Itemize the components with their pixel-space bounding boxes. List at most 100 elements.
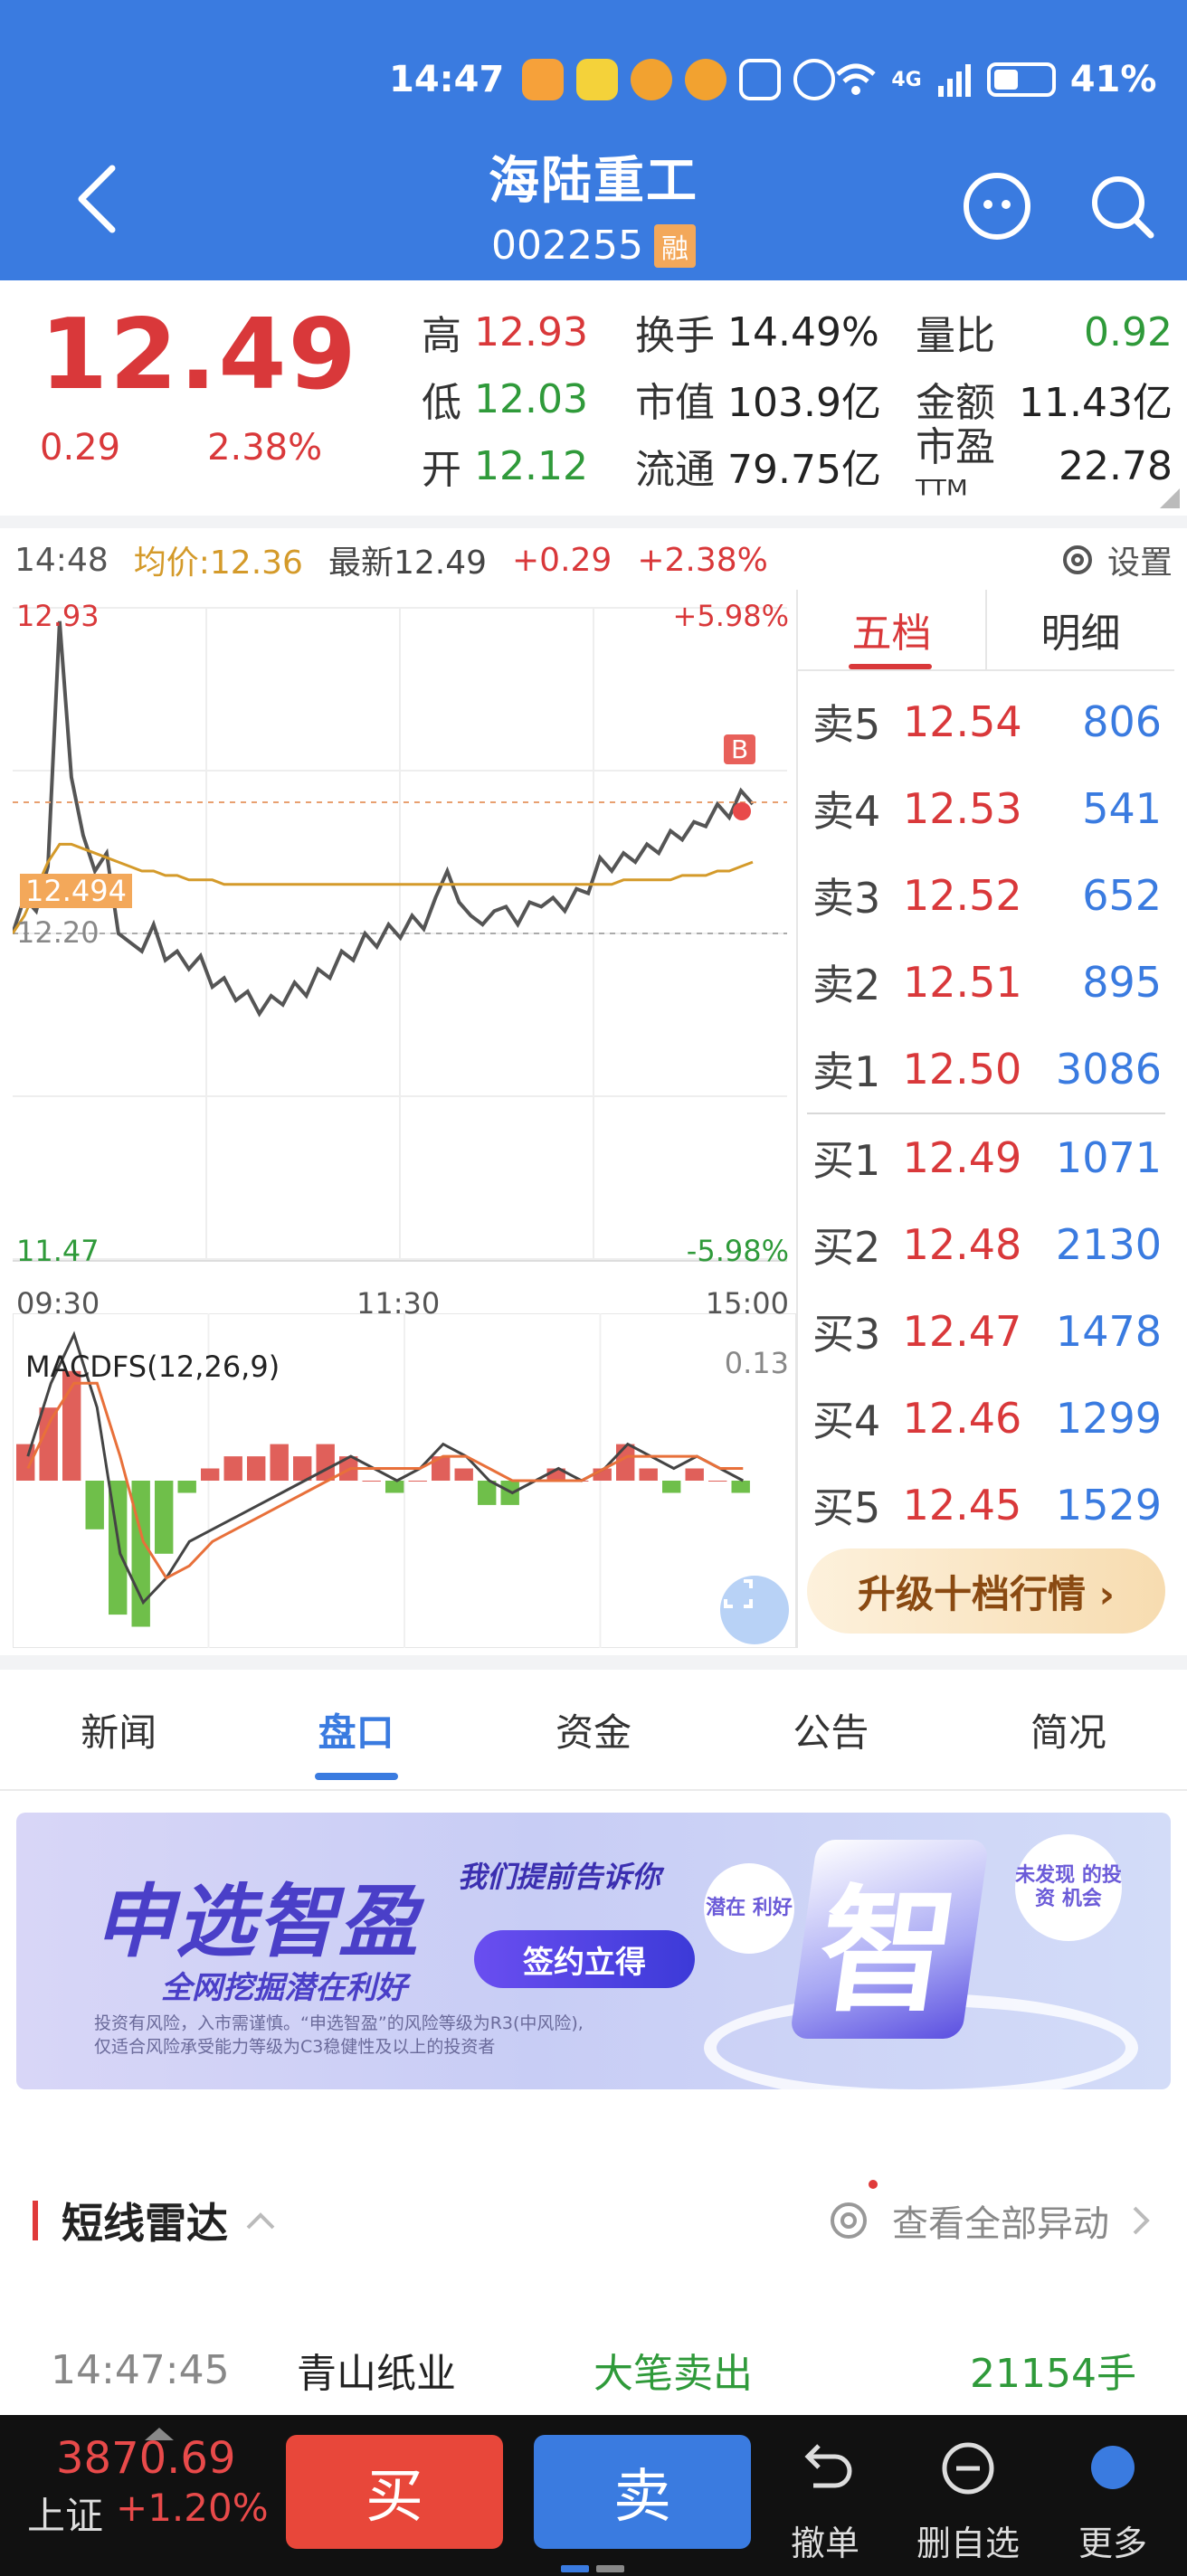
- macd-bar: [131, 1481, 150, 1627]
- tab-announcements[interactable]: 公告: [712, 1670, 949, 1789]
- macd-bar: [270, 1444, 289, 1481]
- macd-bar: [201, 1468, 220, 1481]
- banner-sign-button[interactable]: 签约立得: [474, 1930, 695, 1988]
- bottom-trade-bar: 3870.69 上证 +1.20% 买 卖 撤单 删自选 更多: [0, 2415, 1187, 2576]
- chart-area[interactable]: 12.93 +5.98% 12.20 11.47 -5.98% 09:30 11…: [13, 590, 796, 1648]
- ask-row[interactable]: 卖3 12.52 652: [798, 852, 1174, 939]
- bid-label: 买5: [812, 1483, 881, 1532]
- chart-info-row: 14:48 均价:12.36 最新12.49 +0.29 +2.38% 设置: [14, 534, 1173, 586]
- macd-bar: [662, 1481, 681, 1493]
- tab-handicap[interactable]: 盘口: [237, 1670, 474, 1789]
- ask-volume: 895: [1082, 958, 1162, 1007]
- tab-profile[interactable]: 简况: [950, 1670, 1187, 1789]
- signal-icon: [937, 64, 971, 97]
- bid-volume: 1529: [1055, 1481, 1162, 1530]
- bid-label: 买1: [812, 1136, 881, 1185]
- promo-banner[interactable]: 申选智盈 全网挖掘潜在利好 我们提前告诉你 签约立得 投资有风险，入市需谨慎。“…: [16, 1813, 1171, 2089]
- cancel-order-button[interactable]: 撤单: [762, 2437, 888, 2565]
- quote-cell: 开 12.12: [422, 437, 635, 495]
- bid-volume: 1071: [1055, 1133, 1162, 1182]
- macd-bar: [39, 1407, 58, 1481]
- bid-row[interactable]: 买1 12.49 1071: [798, 1114, 1174, 1201]
- ask-label: 卖3: [812, 874, 881, 923]
- quote-row: 开 12.12 流通 79.75亿 市盈ᵀᵀᴹ 22.78: [422, 424, 1173, 518]
- radar-header: 短线雷达 查看全部异动: [33, 2180, 1154, 2261]
- heart-app-icon: [522, 59, 565, 100]
- index-ticker[interactable]: 3870.69 上证 +1.20%: [27, 2428, 271, 2541]
- alarm-icon: [793, 59, 836, 100]
- gear-icon[interactable]: [823, 2195, 874, 2246]
- view-all-anomalies-link[interactable]: 查看全部异动: [823, 2180, 1154, 2247]
- search-icon[interactable]: [1086, 170, 1158, 242]
- status-bar: 14:47 4G 41%: [389, 52, 1156, 107]
- ask-price: 12.50: [902, 1045, 1022, 1094]
- ask-volume: 541: [1082, 784, 1162, 833]
- radar-time: 14:47:45: [51, 2346, 230, 2393]
- ask-row[interactable]: 卖5 12.54 806: [798, 678, 1174, 765]
- buy-button[interactable]: 买: [286, 2435, 503, 2549]
- ask-volume: 3086: [1055, 1045, 1162, 1094]
- quote-grid: 高 12.93 换手 14.49% 量比 0.92 低 12.03 市值 103.9亿 金…: [422, 298, 1173, 518]
- tab-five-levels[interactable]: 五档: [798, 590, 985, 669]
- app-header: 14:47 4G 41% 海陆重工 002255 融: [0, 0, 1187, 280]
- y-min-pct-label: -5.98%: [686, 1234, 789, 1268]
- price-line: [13, 620, 755, 1018]
- x-tick-close: 15:00: [705, 1286, 789, 1321]
- tab-funds[interactable]: 资金: [475, 1670, 712, 1789]
- quote-cell: 市值 103.9亿: [635, 370, 916, 428]
- bid-volume: 1299: [1055, 1394, 1162, 1443]
- quote-value: 0.92: [1084, 308, 1173, 355]
- ask-row[interactable]: 卖4 12.53 541: [798, 765, 1174, 852]
- bid-label: 买4: [812, 1397, 881, 1445]
- index-change: +1.20%: [116, 2486, 269, 2530]
- remove-watchlist-button[interactable]: 删自选: [905, 2437, 1031, 2565]
- quote-label: 市盈ᵀᵀᴹ: [916, 423, 995, 518]
- sell-button[interactable]: 卖: [534, 2435, 751, 2549]
- bid-row[interactable]: 买4 12.46 1299: [798, 1375, 1174, 1462]
- tab-news[interactable]: 新闻: [0, 1670, 237, 1789]
- price-change-pct: 2.38%: [207, 427, 323, 469]
- radar-stock-name: 青山纸业: [297, 2351, 456, 2397]
- quote-row: 高 12.93 换手 14.49% 量比 0.92: [422, 298, 1173, 365]
- ask-label: 卖4: [812, 787, 881, 836]
- index-name: 上证: [27, 2494, 104, 2538]
- page-dot: [596, 2565, 624, 2572]
- chart-settings-button[interactable]: 设置: [1059, 536, 1173, 583]
- robot-assistant-icon[interactable]: [961, 170, 1033, 242]
- bid-volume: 1478: [1055, 1307, 1162, 1356]
- quote-panel: 12.49 0.29 2.38% 高 12.93 换手 14.49% 量比 0.92 …: [0, 280, 1187, 518]
- battery-icon: [986, 62, 1056, 97]
- macd-bar: [685, 1468, 704, 1481]
- more-button[interactable]: 更多: [1049, 2437, 1176, 2565]
- quote-label: 市值: [635, 380, 715, 426]
- tab-details[interactable]: 明细: [985, 590, 1174, 669]
- chevron-up-icon[interactable]: [242, 2202, 279, 2239]
- y-mid-label: 12.20: [16, 915, 100, 950]
- page-dot-active: [561, 2565, 589, 2572]
- macd-max-label: 0.13: [724, 1346, 789, 1380]
- page-indicator: [561, 2565, 624, 2572]
- ask-row[interactable]: 卖2 12.51 895: [798, 939, 1174, 1026]
- ask-price: 12.51: [903, 958, 1022, 1007]
- price-change: 0.29: [40, 427, 121, 469]
- ask-volume: 806: [1082, 697, 1162, 746]
- news-app-icon: [576, 59, 619, 100]
- index-value: 3870.69: [56, 2433, 236, 2484]
- expand-corner-icon[interactable]: [1160, 488, 1180, 508]
- intraday-price-chart[interactable]: [13, 590, 796, 1277]
- status-right: 4G 41%: [835, 59, 1156, 100]
- radar-list-item[interactable]: 14:47:45 青山纸业 大笔卖出 21154手: [51, 2334, 1136, 2406]
- ask-row[interactable]: 卖1 12.50 3086: [798, 1026, 1174, 1113]
- separator: [0, 1655, 1187, 1670]
- nfc-icon: [739, 59, 782, 100]
- upgrade-level10-button[interactable]: 升级十档行情 ›: [807, 1548, 1165, 1634]
- stock-code: 002255: [491, 223, 643, 269]
- bid-row[interactable]: 买5 12.45 1529: [798, 1462, 1174, 1548]
- bid-row[interactable]: 买3 12.47 1478: [798, 1288, 1174, 1375]
- radar-event-type: 大笔卖出: [594, 2351, 753, 2397]
- banner-title: 申选智盈: [94, 1875, 421, 1968]
- fullscreen-button[interactable]: [720, 1576, 789, 1644]
- quote-label: 流通: [635, 447, 715, 493]
- buy-marker: B: [724, 734, 756, 764]
- bid-row[interactable]: 买2 12.48 2130: [798, 1201, 1174, 1288]
